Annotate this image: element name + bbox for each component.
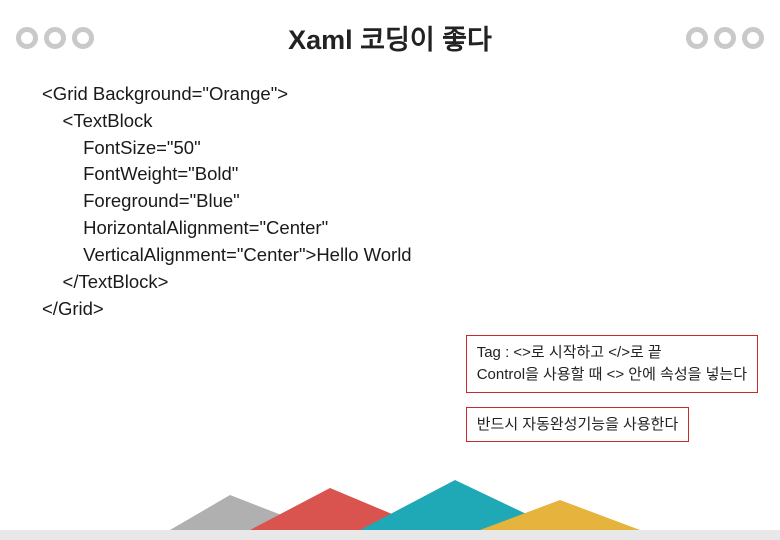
decorative-circles-left	[16, 27, 94, 49]
circle-icon	[714, 27, 736, 49]
circle-icon	[72, 27, 94, 49]
circle-icon	[742, 27, 764, 49]
footer-decoration	[0, 480, 780, 540]
code-line: FontSize="50"	[42, 137, 201, 158]
xaml-code-block: <Grid Background="Orange"> <TextBlock Fo…	[42, 81, 780, 322]
code-line: <Grid Background="Orange">	[42, 83, 288, 104]
note-line: 반드시 자동완성기능을 사용한다	[477, 416, 679, 433]
note-line: Tag : <>로 시작하고 </>로 끝	[477, 342, 747, 364]
code-line: </TextBlock>	[42, 271, 168, 292]
code-line: FontWeight="Bold"	[42, 163, 238, 184]
decorative-circles-right	[686, 27, 764, 49]
code-line: HorizontalAlignment="Center"	[42, 217, 328, 238]
code-line: <TextBlock	[42, 110, 153, 131]
header-row: Xaml 코딩이 좋다	[0, 0, 780, 57]
note-line: Control을 사용할 때 <> 안에 속성을 넣는다	[477, 364, 747, 386]
code-line: Foreground="Blue"	[42, 190, 240, 211]
circle-icon	[16, 27, 38, 49]
code-line: VerticalAlignment="Center">Hello World	[42, 244, 412, 265]
notes-area: Tag : <>로 시작하고 </>로 끝 Control을 사용할 때 <> …	[466, 335, 758, 442]
code-line: </Grid>	[42, 298, 104, 319]
note-box-autocomplete: 반드시 자동완성기능을 사용한다	[466, 407, 690, 443]
circle-icon	[686, 27, 708, 49]
note-box-tag: Tag : <>로 시작하고 </>로 끝 Control을 사용할 때 <> …	[466, 335, 758, 393]
page-title: Xaml 코딩이 좋다	[94, 18, 686, 57]
circle-icon	[44, 27, 66, 49]
